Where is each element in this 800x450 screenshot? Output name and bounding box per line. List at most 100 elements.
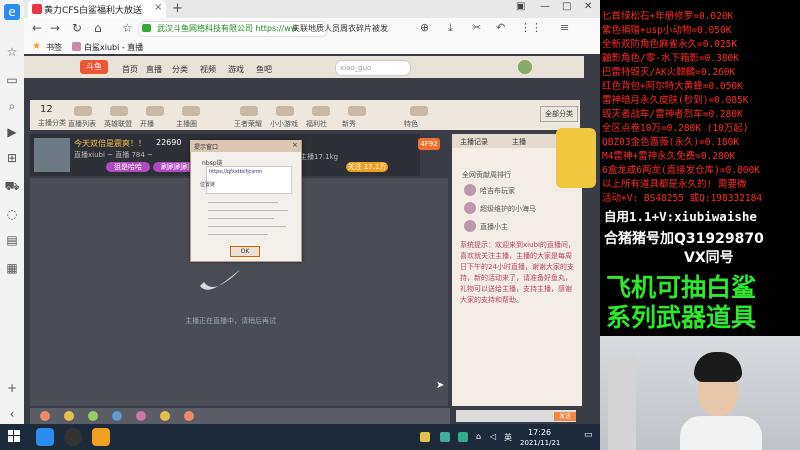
home-icon[interactable]: ⌂	[94, 21, 102, 35]
search-icon[interactable]: ⌕	[4, 98, 20, 114]
bookmark-favicon-icon	[72, 42, 81, 51]
category-icon[interactable]	[240, 106, 258, 116]
category-item[interactable]: 特色	[404, 119, 418, 129]
menu-icon[interactable]: ≡	[560, 21, 569, 34]
gift-icon[interactable]	[88, 411, 98, 421]
chat-username[interactable]: 超级维护的小海马	[480, 204, 536, 214]
tray-icon[interactable]	[458, 432, 468, 442]
category-icon[interactable]	[410, 106, 428, 116]
network-icon[interactable]: ⌂	[476, 432, 481, 441]
category-icon[interactable]	[182, 106, 200, 116]
dialog-close-icon[interactable]: ×	[292, 141, 298, 149]
site-search-input[interactable]: xiao_guo	[335, 60, 411, 76]
screenshot-icon[interactable]: ✂	[472, 21, 481, 34]
window-restore-icon[interactable]: ▣	[516, 1, 525, 12]
forward-icon[interactable]: →	[50, 21, 60, 35]
video-icon[interactable]: ▶	[4, 124, 20, 140]
all-categories-button[interactable]: 全部分类	[540, 106, 578, 122]
doc-icon[interactable]: ▤	[4, 232, 20, 248]
maximize-icon[interactable]: □	[562, 1, 571, 12]
collapse-icon[interactable]: ‹	[4, 406, 20, 422]
bookmark-star-icon[interactable]: ☆	[122, 21, 133, 35]
category-icon[interactable]	[348, 106, 366, 116]
category-icon[interactable]	[312, 106, 330, 116]
room-tag[interactable]: 狙是哈哈	[106, 162, 150, 172]
dialog-label: 位置链	[200, 182, 216, 188]
nav-category[interactable]: 分类	[172, 64, 188, 75]
gift-icon[interactable]	[136, 411, 146, 421]
search-suggestion[interactable]: 失联地质人员周衣碎片被发	[292, 23, 388, 34]
ime-indicator[interactable]: 英	[504, 432, 512, 443]
download-icon[interactable]: ⤓	[448, 21, 453, 35]
category-item[interactable]: 英雄联盟	[104, 119, 132, 129]
category-icon[interactable]	[146, 106, 164, 116]
follow-button[interactable]: 关注 17.1万	[346, 162, 388, 172]
category-icon[interactable]	[276, 106, 294, 116]
notification-icon[interactable]: ▭	[584, 430, 593, 440]
nav-home[interactable]: 首页	[122, 64, 138, 75]
search-engine-icon[interactable]: ⊕	[420, 21, 429, 34]
nav-fishbar[interactable]: 鱼吧	[256, 64, 272, 75]
back-icon[interactable]: ←	[32, 21, 42, 35]
dialog-ok-button[interactable]: OK	[230, 246, 260, 257]
grid-icon[interactable]: ⋮⋮	[520, 21, 542, 34]
category-item[interactable]: 开播	[140, 119, 154, 129]
bookmark-item[interactable]: 白鲨xiubi - 直播	[84, 42, 143, 53]
category-item[interactable]: 直播列表	[68, 119, 96, 129]
chat-username[interactable]: 哈吉布玩家	[480, 186, 515, 196]
chat-username[interactable]: 直播小主	[480, 222, 508, 232]
taskbar-app-icon[interactable]	[92, 428, 110, 446]
gift-icon[interactable]	[160, 411, 170, 421]
browser-logo-icon[interactable]: e	[4, 4, 20, 20]
browser-side-rail: e ☆ ▭ ⌕ ▶ ⊞ ⛟ ◌ ▤ ▦ + ‹	[0, 0, 25, 424]
clock-date[interactable]: 2021/11/21	[520, 439, 560, 447]
gift-icon[interactable]	[112, 411, 122, 421]
category-item[interactable]: 主播圈	[176, 119, 197, 129]
chat-icon[interactable]: ◌	[4, 206, 20, 222]
new-tab-icon[interactable]: +	[172, 1, 183, 16]
tray-icon[interactable]	[440, 432, 450, 442]
nav-game[interactable]: 游戏	[228, 64, 244, 75]
secure-icon	[142, 24, 151, 32]
bag-icon[interactable]: ⊞	[4, 150, 20, 166]
tab-close-icon[interactable]: ×	[154, 2, 162, 13]
gift-icon[interactable]	[184, 411, 194, 421]
taskbar-obs-icon[interactable]	[64, 428, 82, 446]
clock-time[interactable]: 17:26	[528, 428, 551, 437]
add-icon[interactable]: +	[4, 380, 20, 396]
price-line: 雷神暗月永久皮肤(秒到)=0.085K	[602, 95, 749, 106]
tools-icon[interactable]: ▦	[4, 260, 20, 276]
tray-icon[interactable]	[420, 432, 430, 442]
reload-icon[interactable]: ↻	[72, 21, 82, 35]
room-id: 22690	[156, 138, 182, 147]
taskbar-browser-icon[interactable]	[36, 428, 54, 446]
category-icon[interactable]	[110, 106, 128, 116]
undo-icon[interactable]: ↶	[496, 21, 505, 34]
gift-icon[interactable]	[64, 411, 74, 421]
reading-icon[interactable]: ▭	[4, 72, 20, 88]
windows-start-icon[interactable]	[8, 430, 20, 442]
chat-tab[interactable]: 主播记录	[460, 137, 488, 147]
gift-icon[interactable]	[40, 411, 50, 421]
close-window-icon[interactable]: ✕	[584, 1, 592, 12]
user-avatar[interactable]	[518, 60, 532, 74]
category-icon[interactable]	[74, 106, 92, 116]
category-item[interactable]: 福利社	[306, 119, 327, 129]
category-item[interactable]: 王者荣耀	[234, 119, 262, 129]
volume-icon[interactable]: ◁	[490, 432, 496, 441]
tab-active[interactable]: 黄力CFS白鲨福利大放送 ×	[28, 0, 166, 18]
bookmark-folder[interactable]: 书签	[46, 42, 62, 53]
dialog-text-line	[208, 218, 274, 219]
chat-send-button[interactable]: 发送	[554, 412, 576, 421]
category-item[interactable]: 小小游戏	[270, 119, 298, 129]
nav-video[interactable]: 视频	[200, 64, 216, 75]
favorites-icon[interactable]: ☆	[4, 44, 20, 60]
nav-live[interactable]: 直播	[146, 64, 162, 75]
cart-icon[interactable]: ⛟	[4, 178, 20, 194]
chat-avatar	[464, 202, 476, 214]
chat-tab[interactable]: 主播	[512, 137, 526, 147]
chat-avatar	[464, 220, 476, 232]
site-logo[interactable]: 斗鱼	[80, 60, 108, 74]
category-item[interactable]: 新秀	[342, 119, 356, 129]
minimize-icon[interactable]: —	[540, 1, 550, 12]
